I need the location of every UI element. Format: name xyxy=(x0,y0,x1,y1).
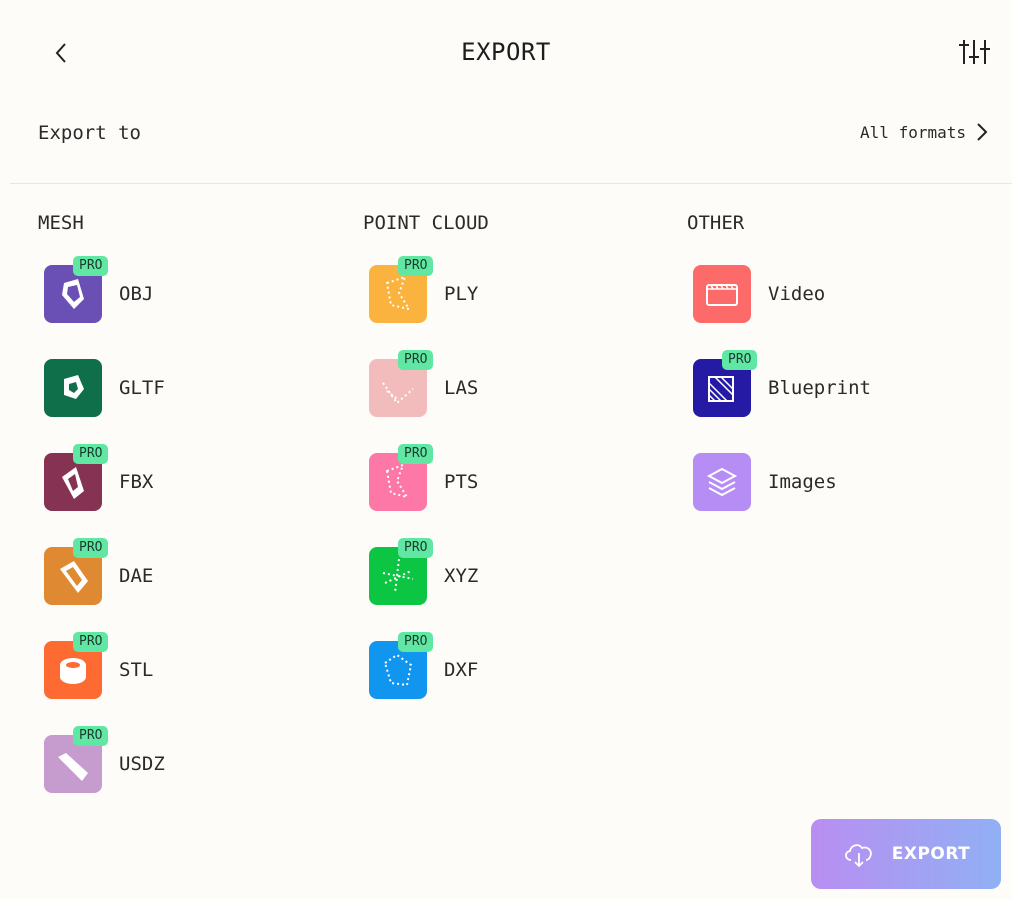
xyz-tile: PRO xyxy=(369,538,434,605)
export-button[interactable]: EXPORT xyxy=(811,819,1001,889)
ply-tile: PRO xyxy=(369,256,434,323)
format-label: Images xyxy=(768,471,837,493)
mesh-column: MESH PRO OBJ GLTF PRO FBX PRO DAE PRO ST… xyxy=(38,212,338,793)
format-item-dae[interactable]: PRO DAE xyxy=(44,538,324,606)
format-item-images[interactable]: Images xyxy=(693,452,973,512)
format-item-gltf[interactable]: GLTF xyxy=(44,358,324,418)
format-item-obj[interactable]: PRO OBJ xyxy=(44,256,324,324)
pro-badge: PRO xyxy=(398,256,434,276)
format-label: PLY xyxy=(444,283,479,305)
pro-badge: PRO xyxy=(398,444,434,464)
format-label: USDZ xyxy=(119,753,165,775)
point-cloud-column: POINT CLOUD PRO PLY PRO LAS PRO PTS PRO … xyxy=(363,212,663,699)
format-item-blueprint[interactable]: PRO Blueprint xyxy=(693,350,973,418)
fbx-tile: PRO xyxy=(44,444,109,511)
column-title-mesh: MESH xyxy=(38,212,84,234)
las-tile: PRO xyxy=(369,350,434,417)
format-label: DXF xyxy=(444,659,479,681)
format-label: STL xyxy=(119,659,154,681)
top-bar: EXPORT xyxy=(0,0,1012,100)
obj-tile: PRO xyxy=(44,256,109,323)
format-label: Blueprint xyxy=(768,377,871,399)
export-to-row: Export to All formats xyxy=(0,104,1012,184)
pro-badge: PRO xyxy=(73,538,109,558)
format-item-xyz[interactable]: PRO XYZ xyxy=(369,538,649,606)
format-item-pts[interactable]: PRO PTS xyxy=(369,444,649,512)
divider xyxy=(10,183,1012,184)
dae-tile: PRO xyxy=(44,538,109,605)
sliders-icon xyxy=(959,40,990,64)
pro-badge: PRO xyxy=(73,632,109,652)
format-item-stl[interactable]: PRO STL xyxy=(44,632,324,700)
format-label: GLTF xyxy=(119,377,165,399)
cloud-download-icon xyxy=(844,844,872,868)
all-formats-link[interactable]: All formats xyxy=(860,122,988,142)
format-label: LAS xyxy=(444,377,479,399)
format-label: Video xyxy=(768,283,826,305)
layers-icon xyxy=(706,467,738,497)
page-title: EXPORT xyxy=(461,38,551,66)
images-tile xyxy=(693,453,751,511)
pro-badge: PRO xyxy=(73,256,109,276)
video-tile xyxy=(693,265,751,323)
blueprint-tile: PRO xyxy=(693,350,758,417)
format-label: PTS xyxy=(444,471,479,493)
chevron-right-icon xyxy=(977,123,988,141)
pro-badge: PRO xyxy=(73,444,109,464)
dxf-tile: PRO xyxy=(369,632,434,699)
clapperboard-icon xyxy=(706,284,738,306)
settings-button[interactable] xyxy=(958,36,998,70)
format-item-usdz[interactable]: PRO USDZ xyxy=(44,726,324,794)
pro-badge: PRO xyxy=(73,726,109,746)
export-to-label: Export to xyxy=(38,122,141,144)
format-item-dxf[interactable]: PRO DXF xyxy=(369,632,649,700)
other-column: OTHER Video PRO Blueprint Images xyxy=(687,212,987,511)
pro-badge: PRO xyxy=(722,350,758,370)
all-formats-label: All formats xyxy=(860,122,966,142)
usdz-tile: PRO xyxy=(44,726,109,793)
pro-badge: PRO xyxy=(398,350,434,370)
pro-badge: PRO xyxy=(398,632,434,652)
format-label: XYZ xyxy=(444,565,479,587)
gltf-tile xyxy=(44,359,102,417)
pro-badge: PRO xyxy=(398,538,434,558)
column-title-other: OTHER xyxy=(687,212,745,234)
format-item-ply[interactable]: PRO PLY xyxy=(369,256,649,324)
mesh-icon xyxy=(64,375,84,399)
stl-tile: PRO xyxy=(44,632,109,699)
format-item-video[interactable]: Video xyxy=(693,264,973,324)
format-item-las[interactable]: PRO LAS xyxy=(369,350,649,418)
pts-tile: PRO xyxy=(369,444,434,511)
format-label: DAE xyxy=(119,565,154,587)
format-label: FBX xyxy=(119,471,154,493)
format-label: OBJ xyxy=(119,283,154,305)
export-button-label: EXPORT xyxy=(891,844,971,864)
column-title-point-cloud: POINT CLOUD xyxy=(363,212,489,234)
format-item-fbx[interactable]: PRO FBX xyxy=(44,444,324,512)
